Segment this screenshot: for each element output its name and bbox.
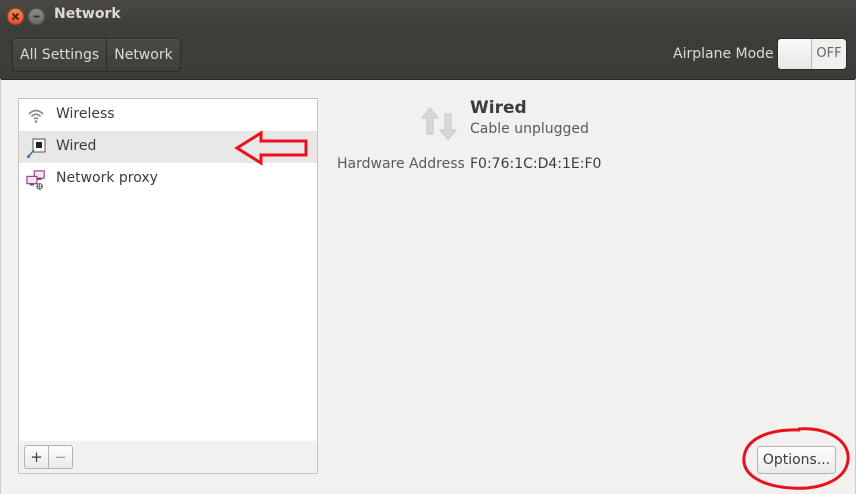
title-bar: Network	[0, 0, 856, 31]
switch-state-text: OFF	[816, 46, 842, 61]
red-circle-annotation	[742, 427, 850, 490]
red-arrow-annotation	[234, 130, 308, 166]
sidebar-item-label: Wireless	[56, 106, 115, 122]
close-icon	[11, 12, 20, 21]
switch-knob[interactable]	[778, 39, 812, 69]
sidebar-item-wireless[interactable]: Wireless	[19, 99, 317, 131]
breadcrumb-network[interactable]: Network	[106, 39, 179, 71]
close-window-button[interactable]	[7, 8, 24, 25]
network-proxy-icon	[26, 170, 45, 190]
breadcrumb-all-settings[interactable]: All Settings	[13, 39, 106, 71]
hardware-address-value: F0:76:1C:D4:1E:F0	[470, 156, 602, 172]
minimize-window-button[interactable]	[28, 8, 45, 25]
sidebar-item-network-proxy[interactable]: Network proxy	[19, 163, 317, 195]
wired-icon	[27, 138, 46, 158]
airplane-mode-switch[interactable]: OFF	[777, 38, 847, 70]
connection-title: Wired	[470, 98, 527, 118]
network-transfer-icon	[420, 107, 458, 141]
sidebar-item-label: Wired	[56, 138, 97, 154]
connection-status: Cable unplugged	[470, 121, 589, 137]
wireless-icon	[28, 109, 44, 123]
airplane-mode-label: Airplane Mode	[673, 46, 774, 62]
window-title: Network	[54, 6, 121, 22]
remove-connection-button[interactable]: −	[48, 446, 72, 468]
minimize-icon	[33, 15, 40, 18]
list-toolbar: + −	[18, 441, 318, 474]
add-connection-button[interactable]: +	[25, 446, 48, 468]
sidebar-item-label: Network proxy	[56, 170, 158, 186]
add-remove-group: + −	[24, 445, 73, 469]
hardware-address-label: Hardware Address	[337, 156, 465, 172]
breadcrumb: All Settings Network	[12, 38, 181, 72]
toolbar: All Settings Network Airplane Mode OFF	[0, 31, 856, 80]
